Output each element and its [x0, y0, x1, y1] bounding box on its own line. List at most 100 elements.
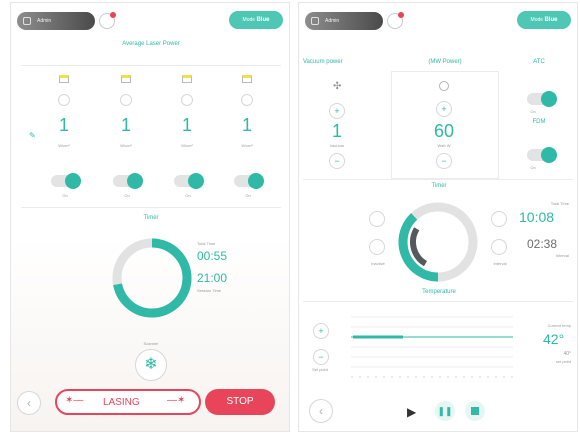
mode-button[interactable]: Mode Blue	[517, 11, 571, 29]
toggle-knob	[248, 173, 264, 189]
channel-unit: W/cm²	[181, 143, 193, 148]
timer-left-button-2[interactable]	[369, 239, 385, 255]
divider	[303, 301, 573, 302]
top-bar: Admin Mode Blue	[299, 3, 577, 39]
mode-value: Blue	[544, 17, 558, 23]
channel-toggle[interactable]	[174, 173, 204, 189]
set-temp-value: 40°	[563, 351, 571, 357]
lasing-label: LASING	[103, 397, 140, 408]
notification-badge	[110, 12, 116, 18]
lasing-button[interactable]: ✶— LASING —✶	[55, 389, 201, 415]
current-temp-label: Current temp	[547, 323, 571, 328]
left-screen: Admin Mode Blue Average Laser Power 1 W/…	[10, 2, 290, 432]
temp-increase-button[interactable]: +	[313, 323, 329, 339]
channel-unit: W/cm²	[241, 143, 253, 148]
mode-prefix: Mode	[242, 17, 256, 23]
total-time-value: 00:55	[197, 249, 228, 263]
timer-title: Timer	[143, 215, 159, 221]
channel-value: 1	[241, 115, 252, 135]
temperature-graph	[351, 316, 513, 378]
atc-title: ATC	[533, 59, 545, 65]
scanner-icon[interactable]: ❄	[135, 349, 167, 381]
user-pill[interactable]: Admin	[305, 12, 383, 30]
lasing-right-icon: —✶	[167, 395, 186, 406]
total-time-label: Total Time	[550, 201, 569, 206]
channel-toggle[interactable]	[51, 173, 81, 189]
stop-icon[interactable]	[465, 401, 485, 421]
back-button[interactable]: ‹	[17, 391, 41, 415]
channel-value: 1	[181, 115, 192, 135]
handpiece-icon	[242, 75, 252, 83]
atc-toggle-label: On	[530, 109, 536, 114]
notification-icon[interactable]	[387, 12, 404, 29]
timer-left-label: Inactive	[371, 261, 385, 266]
scanner-label: Scanner	[143, 341, 159, 346]
handpiece-icon	[121, 75, 131, 83]
increase-button[interactable]	[241, 94, 253, 106]
mw-value: 60	[433, 121, 455, 141]
mw-unit: Watt W	[437, 143, 451, 148]
toggle-knob	[541, 147, 557, 163]
toggle-label: On	[245, 193, 251, 198]
toggle-knob	[65, 173, 81, 189]
notification-icon[interactable]	[99, 12, 116, 29]
divider	[21, 65, 281, 66]
current-temp-value: 42°	[543, 331, 565, 347]
section-title: Average Laser Power	[122, 41, 180, 47]
session-time-label: Session Time	[197, 288, 222, 293]
set-point-label: set point	[555, 359, 571, 364]
user-icon	[23, 17, 31, 25]
fan-icon: ✣	[333, 81, 342, 92]
mw-increase-button[interactable]: +	[436, 101, 452, 117]
timer-ring	[112, 238, 192, 318]
vacuum-increase-button[interactable]: +	[329, 103, 345, 119]
channel-toggle[interactable]	[234, 173, 264, 189]
power-icon	[439, 81, 449, 91]
lasing-left-icon: ✶—	[65, 395, 84, 406]
user-pill[interactable]: Admin	[17, 12, 95, 30]
user-name: Admin	[37, 18, 52, 24]
total-time-label: Total Time	[197, 241, 216, 246]
channel-unit: W/cm²	[120, 143, 132, 148]
increase-button[interactable]	[120, 94, 132, 106]
vacuum-unit: Vacuum	[329, 143, 345, 148]
mw-decrease-button[interactable]: −	[436, 153, 452, 169]
session-time-value: 21:00	[197, 271, 228, 285]
mw-title: (MW Power)	[428, 59, 462, 65]
stop-button[interactable]: STOP	[205, 389, 275, 415]
increase-button[interactable]	[181, 94, 193, 106]
total-time-value: 10:08	[519, 209, 555, 225]
play-icon[interactable]: ▶	[407, 405, 416, 419]
timer-left-button[interactable]	[369, 211, 385, 227]
fdm-toggle[interactable]	[527, 147, 557, 163]
toggle-knob	[127, 173, 143, 189]
vacuum-value: 1	[331, 121, 342, 141]
vacuum-title: Vacuum power	[303, 59, 343, 65]
atc-toggle[interactable]	[527, 91, 557, 107]
user-icon	[311, 17, 319, 25]
channel-unit: W/cm²	[58, 143, 70, 148]
handpiece-icon	[182, 75, 192, 83]
notification-badge	[398, 12, 404, 18]
pause-icon[interactable]: ❚❚	[435, 401, 455, 421]
toggle-knob	[541, 91, 557, 107]
interval-label: Interval	[555, 253, 569, 258]
toggle-label: On	[124, 193, 130, 198]
top-bar: Admin Mode Blue	[11, 3, 289, 39]
vacuum-decrease-button[interactable]: −	[329, 153, 345, 169]
timer-ring	[398, 202, 478, 282]
timer-right-button[interactable]	[491, 211, 507, 227]
back-button[interactable]: ‹	[309, 399, 333, 423]
fdm-title: FDM	[532, 119, 546, 125]
interval-value: 02:38	[527, 237, 558, 251]
toggle-label: On	[62, 193, 68, 198]
timer-right-button-2[interactable]	[491, 239, 507, 255]
mode-button[interactable]: Mode Blue	[229, 11, 283, 29]
channel-toggle[interactable]	[113, 173, 143, 189]
edit-icon[interactable]: ✎	[29, 131, 36, 140]
divider	[21, 207, 281, 208]
user-name: Admin	[325, 18, 340, 24]
temp-decrease-button[interactable]: −	[313, 349, 329, 365]
set-point-left-label: Set point	[312, 367, 328, 372]
increase-button[interactable]	[58, 94, 70, 106]
